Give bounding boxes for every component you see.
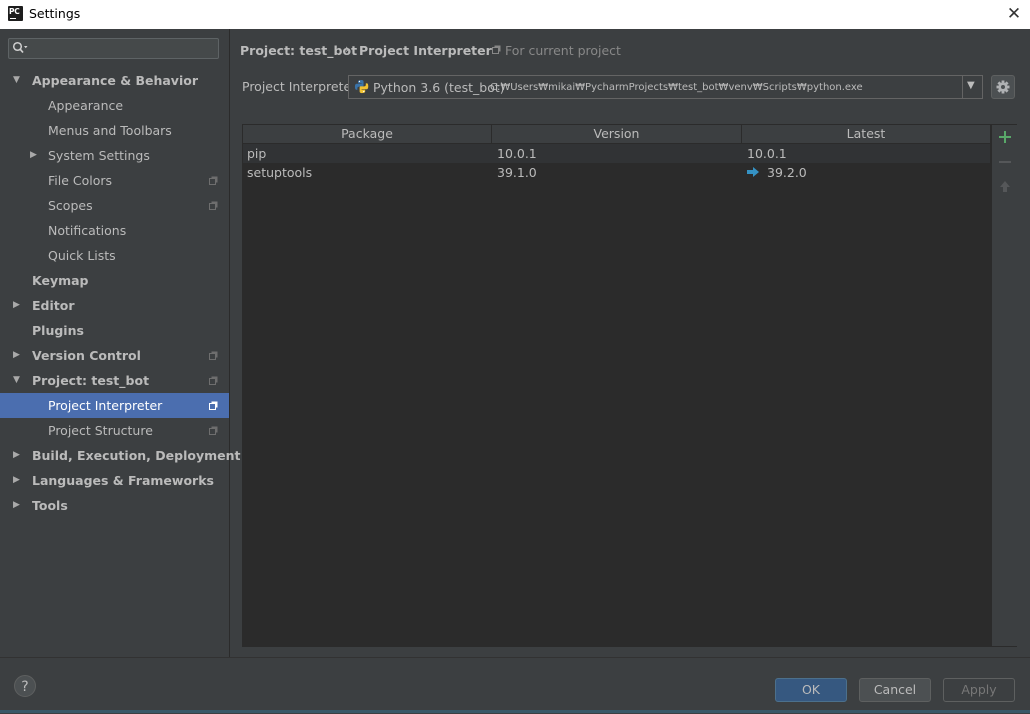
project-scope-icon [209,401,218,410]
interpreter-path: C:₩Users₩mikai₩PycharmProjects₩test_bot₩… [490,82,863,93]
project-scope-icon [209,426,218,435]
python-icon [354,79,369,94]
sidebar-item-scopes[interactable]: Scopes [0,193,229,218]
table-row[interactable]: pip 10.0.1 10.0.1 [243,144,990,163]
sidebar-item-editor[interactable]: ▶ Editor [0,293,229,318]
expand-right-icon[interactable]: ▶ [13,468,20,493]
sidebar-item-label: Project: test_bot [32,373,150,388]
search-icon [12,41,28,54]
expand-right-icon[interactable]: ▶ [13,343,20,368]
sidebar-item-plugins[interactable]: Plugins [0,318,229,343]
breadcrumb-scope-note: For current project [505,43,621,58]
sidebar-item-label: Notifications [48,223,127,238]
sidebar-item-version-control[interactable]: ▶ Version Control [0,343,229,368]
project-scope-icon [209,351,218,360]
cancel-button[interactable]: Cancel [859,678,931,702]
package-version: 39.1.0 [497,165,537,180]
sidebar-item-label: Scopes [48,198,93,213]
sidebar-item-menus-and-toolbars[interactable]: Menus and Toolbars [0,118,229,143]
upgrade-package-icon[interactable] [998,180,1012,194]
sidebar-item-project-structure[interactable]: Project Structure [0,418,229,443]
gear-icon [996,80,1010,94]
sidebar-item-label: Quick Lists [48,248,116,263]
sidebar-item-label: Project Structure [48,423,153,438]
sidebar-item-label: Plugins [32,323,84,338]
sidebar-item-tools[interactable]: ▶ Tools [0,493,229,518]
package-latest: 39.2.0 [767,165,807,180]
sidebar-item-project-interpreter[interactable]: Project Interpreter [0,393,229,418]
sidebar-item-label: Tools [32,498,68,513]
project-scope-icon [492,45,501,54]
expand-down-icon[interactable]: ▼ [13,68,20,93]
sidebar-item-quick-lists[interactable]: Quick Lists [0,243,229,268]
sidebar-item-label: System Settings [48,148,150,163]
apply-button[interactable]: Apply [943,678,1015,702]
interpreter-label: Project Interpreter: [242,79,361,94]
dropdown-arrow-icon[interactable]: ▼ [967,80,975,91]
package-name: setuptools [247,165,313,180]
expand-right-icon[interactable]: ▶ [13,293,20,318]
sidebar-item-project-test-bot[interactable]: ▼ Project: test_bot [0,368,229,393]
breadcrumb-separator: › [345,42,350,56]
expand-right-icon[interactable]: ▶ [13,493,20,518]
column-header-latest[interactable]: Latest [742,125,990,143]
ok-button[interactable]: OK [775,678,847,702]
column-header-package[interactable]: Package [243,125,492,143]
column-header-version[interactable]: Version [492,125,742,143]
pycharm-logo-icon: PC [8,6,23,21]
sidebar-item-notifications[interactable]: Notifications [0,218,229,243]
project-scope-icon [209,176,218,185]
expand-right-icon[interactable]: ▶ [13,443,20,468]
sidebar-item-appearance[interactable]: Appearance [0,93,229,118]
title-bar: PC Settings ✕ [0,0,1030,29]
dialog-footer: ? OK Cancel Apply [0,657,1030,714]
sidebar-item-languages-frameworks[interactable]: ▶ Languages & Frameworks [0,468,229,493]
window-title: Settings [29,6,81,21]
app-icon-text: PC [9,7,20,16]
sidebar-item-keymap[interactable]: Keymap [0,268,229,293]
settings-sidebar: ▼ Appearance & Behavior Appearance Menus an… [0,29,240,657]
sidebar-item-label: Editor [32,298,75,313]
package-version: 10.0.1 [497,146,537,161]
interpreter-select[interactable]: Python 3.6 (test_bot) C:₩Users₩mikai₩Pyc… [348,75,983,99]
sidebar-item-file-colors[interactable]: File Colors [0,168,229,193]
close-icon[interactable]: ✕ [1003,3,1025,25]
table-row[interactable]: setuptools 39.1.0 39.2.0 [243,163,990,182]
table-header: Package Version Latest [243,125,990,144]
project-scope-icon [209,201,218,210]
expand-down-icon[interactable]: ▼ [13,368,20,393]
project-scope-icon [209,376,218,385]
sidebar-item-label: Languages & Frameworks [32,473,214,488]
packages-table: Package Version Latest pip 10.0.1 10.0.1… [242,124,991,647]
interpreter-settings-button[interactable] [991,75,1015,99]
help-button[interactable]: ? [14,675,36,697]
package-latest: 10.0.1 [747,146,787,161]
remove-package-icon[interactable] [998,155,1012,169]
upgrade-arrow-icon [747,167,759,177]
sidebar-item-label: Project Interpreter [48,398,163,413]
sidebar-item-label: File Colors [48,173,113,188]
sidebar-item-system-settings[interactable]: ▶ System Settings [0,143,229,168]
search-field[interactable] [8,38,219,59]
package-name: pip [247,146,267,161]
sidebar-item-build-execution-deployment[interactable]: ▶ Build, Execution, Deployment [0,443,240,468]
package-toolbar [991,124,1017,647]
sidebar-item-appearance-behavior[interactable]: ▼ Appearance & Behavior [0,68,229,93]
interpreter-name: Python 3.6 (test_bot) [373,80,505,95]
sidebar-item-label: Appearance [48,98,124,113]
sidebar-item-label: Keymap [32,273,89,288]
breadcrumb-project[interactable]: Project: test_bot [240,43,357,58]
sidebar-item-label: Version Control [32,348,141,363]
expand-right-icon[interactable]: ▶ [30,143,37,168]
sidebar-item-label: Build, Execution, Deployment [32,448,241,463]
sidebar-item-label: Appearance & Behavior [32,73,198,88]
breadcrumb-page: Project Interpreter [359,43,492,58]
add-package-icon[interactable] [998,130,1012,144]
sidebar-item-label: Menus and Toolbars [48,123,172,138]
